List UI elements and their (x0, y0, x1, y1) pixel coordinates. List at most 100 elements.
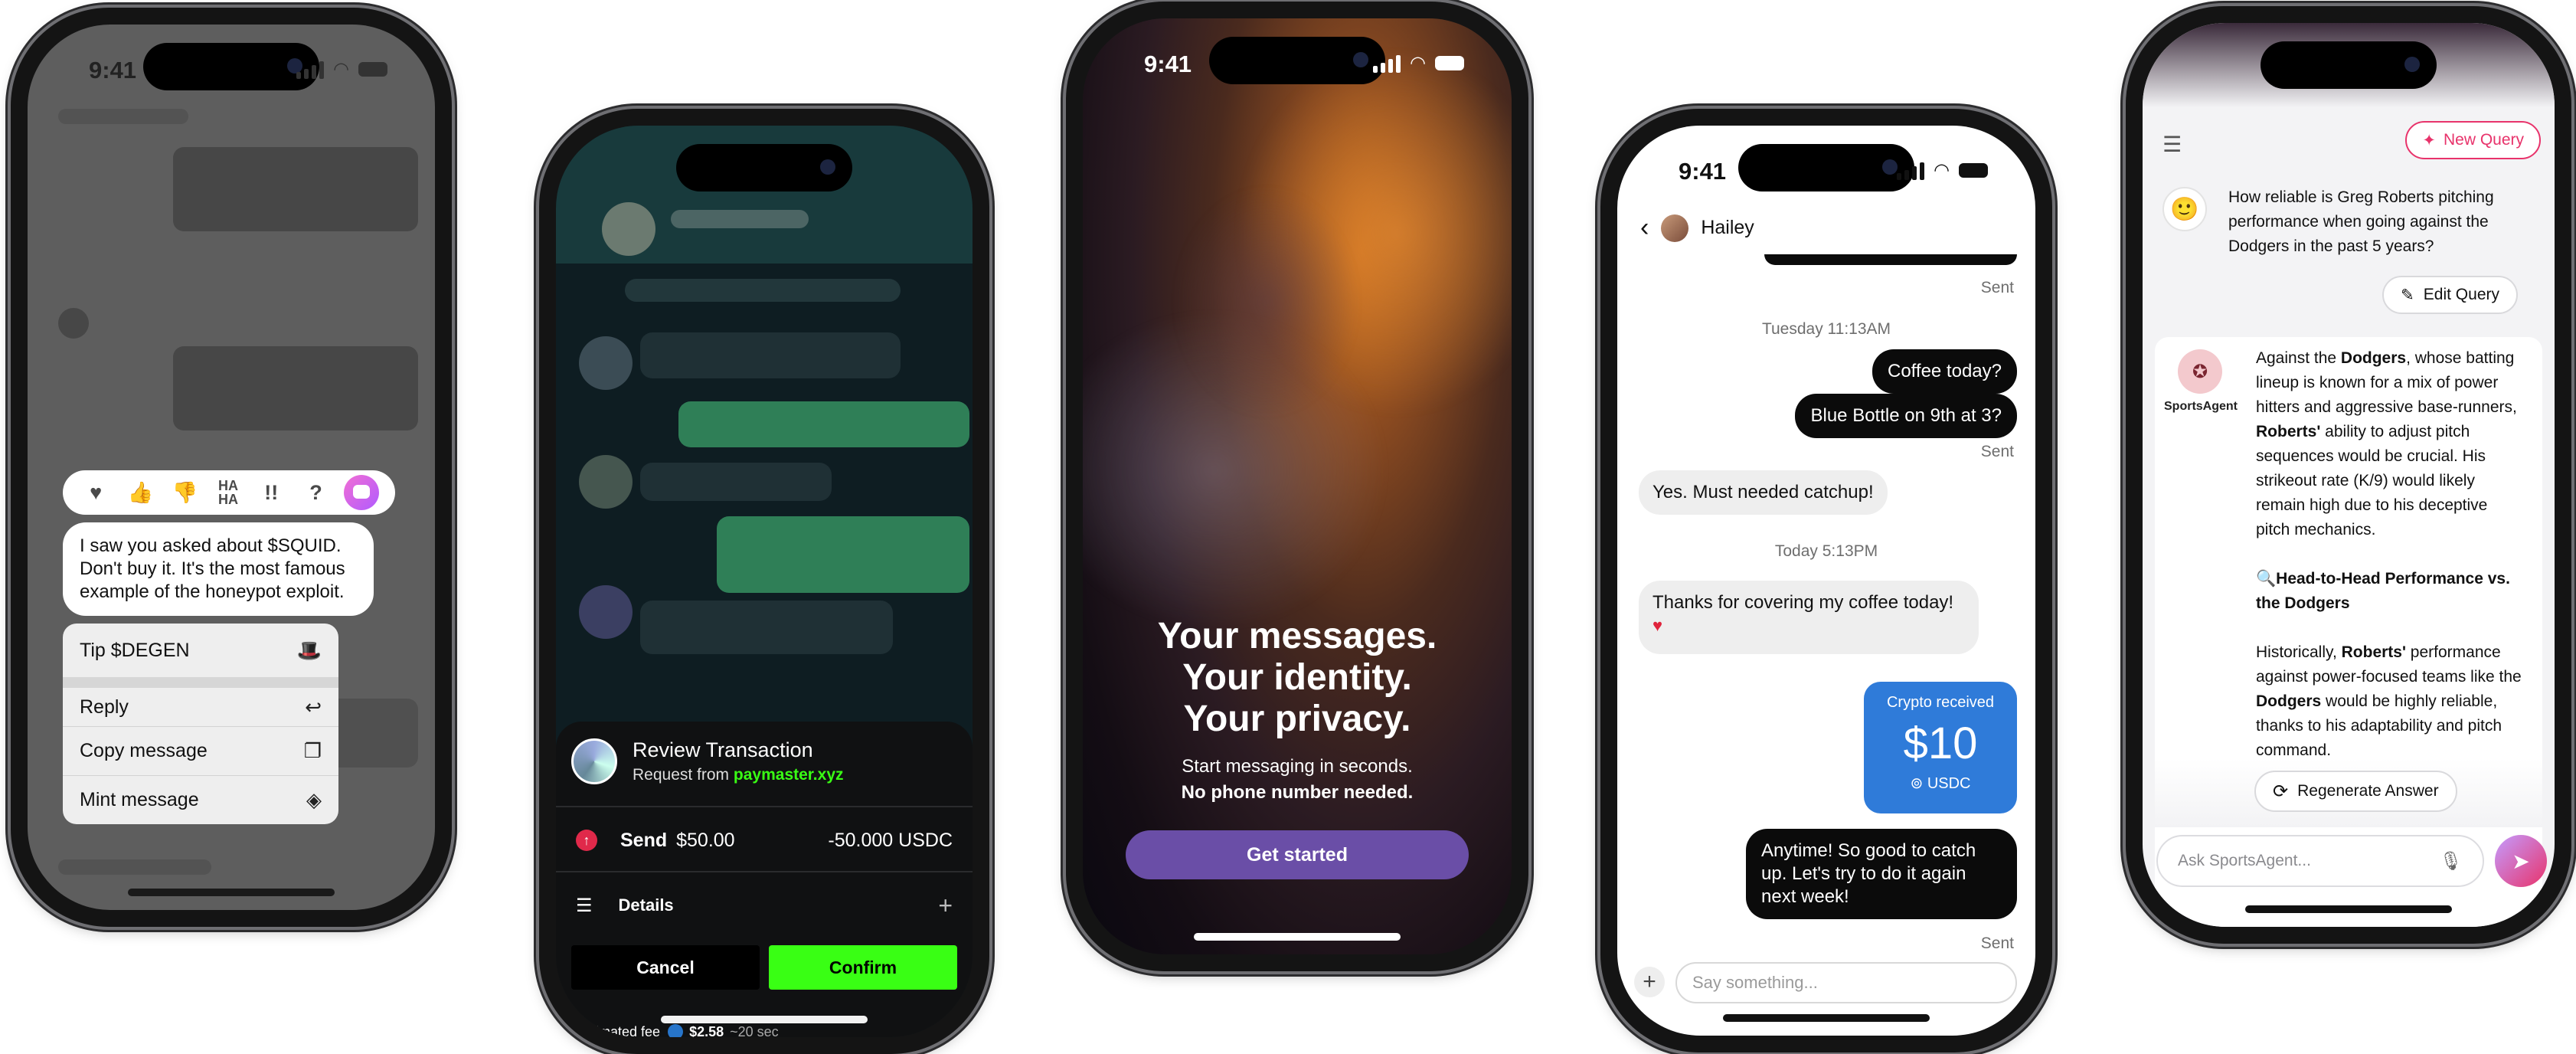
signal-icon (296, 61, 325, 79)
battery-icon (358, 62, 387, 77)
question-reaction-icon[interactable]: ? (299, 481, 333, 505)
menu-item-mint[interactable]: Mint message ◈ (63, 775, 338, 824)
status-time: 9:41 (1144, 51, 1192, 77)
ghost-line (58, 109, 188, 124)
menu-item-copy[interactable]: Copy message ❐ (63, 726, 338, 775)
dynamic-island (1209, 37, 1385, 84)
answer-heading-text: Head-to-Head Performance vs. the Dodgers (2256, 570, 2510, 612)
menu-item-tip[interactable]: Tip $DEGEN 🎩 (63, 624, 338, 677)
phone-3: 9:41 ◠ Your messages. Your identity. You… (1066, 2, 1528, 971)
new-query-button[interactable]: ✦ New Query (2405, 121, 2541, 159)
wifi-icon: ◠ (333, 59, 349, 80)
list-icon: ☰ (576, 895, 593, 916)
sliders-icon[interactable]: ⚙ (937, 1022, 953, 1037)
status-time: 9:41 (89, 57, 137, 83)
phone-2-screen: Review Transaction Request from paymaste… (556, 126, 973, 1037)
home-indicator[interactable] (1194, 933, 1401, 941)
phone-5: ☰ ✦ New Query 🙂 How reliable is Greg Rob… (2126, 6, 2571, 944)
request-line: Request from paymaster.xyz (633, 766, 844, 784)
crypto-currency: USDC (1927, 775, 1971, 792)
haha-reaction-icon[interactable]: HA HA (213, 479, 244, 506)
sent-label: Sent (1980, 279, 2014, 296)
add-attachment-button[interactable]: + (1634, 967, 1665, 997)
heart-reaction-icon[interactable]: ♥ (79, 481, 113, 505)
thumbs-up-reaction-icon[interactable]: 👍 (123, 480, 157, 505)
details-row[interactable]: ☰ Details + (556, 882, 973, 928)
chat-header: ‹ Hailey (1640, 213, 1754, 243)
answer-text: Dodgers (2256, 692, 2322, 710)
user-avatar: 🙂 (2162, 187, 2207, 231)
new-query-label: New Query (2443, 131, 2524, 149)
regenerate-answer-button[interactable]: ⟳ Regenerate Answer (2254, 771, 2457, 812)
menu-item-reply[interactable]: Reply ↩ (63, 677, 338, 726)
dynamic-island (676, 144, 852, 191)
menu-item-label: Copy message (80, 740, 208, 761)
crypto-currency-row: ⊚ USDC (1864, 774, 2017, 793)
crypto-card[interactable]: Crypto received $10 ⊚ USDC (1864, 682, 2017, 813)
microphone-icon[interactable]: 🎙 (2440, 850, 2463, 872)
send-row: ↑ Send $50.00 -50.000 USDC (556, 821, 973, 859)
subtitle: Start messaging in seconds. No phone num… (1083, 754, 1512, 806)
timestamp: Tuesday 11:13AM (1761, 320, 1891, 338)
exclamation-reaction-icon[interactable]: !! (254, 481, 288, 505)
home-indicator[interactable] (128, 889, 335, 896)
get-started-button[interactable]: Get started (1126, 830, 1469, 879)
home-indicator[interactable] (1723, 1014, 1930, 1022)
crypto-label: Crypto received (1886, 694, 1995, 711)
hero-line: Your privacy. (1183, 699, 1411, 739)
refresh-icon: ⟳ (2273, 781, 2289, 802)
confirm-button[interactable]: Confirm (769, 945, 957, 990)
edit-icon: ✎ (2401, 286, 2414, 304)
signal-icon (1897, 162, 1925, 180)
message-bubble: Yes. Must needed catchup! (1639, 470, 1888, 515)
message-bubble: Blue Bottle on 9th at 3? (1795, 394, 2017, 438)
home-indicator[interactable] (2245, 905, 2452, 913)
fee-label: Estimated fee (576, 1023, 661, 1038)
hero-text: Your messages. Your identity. Your priva… (1083, 616, 1512, 740)
message-bubble: Coffee today? (1872, 349, 2017, 394)
thumbs-down-reaction-icon[interactable]: 👎 (168, 480, 202, 505)
dynamic-island (143, 43, 319, 90)
phone-4: 9:41 ◠ ‹ Hailey Sent Tuesday 11:13AM Cof… (1600, 109, 2052, 1052)
reply-icon: ↩ (305, 695, 322, 718)
answer-body: Against the Dodgers, whose batting lineu… (2256, 346, 2524, 763)
divider (556, 871, 973, 872)
home-indicator[interactable] (661, 1016, 868, 1023)
coin-icon: ⊚ (1910, 775, 1924, 792)
wifi-icon: ◠ (1410, 53, 1426, 74)
blurred-bubble (640, 601, 893, 654)
request-domain[interactable]: paymaster.xyz (734, 766, 844, 784)
agent-name: SportsAgent (2164, 400, 2238, 413)
blurred-bubble (717, 516, 969, 593)
sidebar-menu-icon[interactable]: ☰ (2162, 132, 2182, 157)
menu-item-label: Reply (80, 696, 129, 718)
signal-icon (1373, 54, 1401, 73)
blurred-avatar (579, 336, 633, 390)
cancel-button[interactable]: Cancel (571, 945, 760, 990)
fee-time: ~20 sec (730, 1023, 779, 1038)
back-chevron-icon[interactable]: ‹ (1640, 213, 1649, 243)
avatar[interactable] (1661, 214, 1689, 242)
divider (556, 806, 973, 807)
magnifier-icon: 🔍 (2256, 570, 2277, 588)
message-input[interactable]: Say something... (1675, 962, 2017, 1003)
phone-1: 9:41 ◠ ♥ 👍 👎 HA HA !! ? I saw you asked … (11, 8, 452, 927)
phone-1-screen: 9:41 ◠ ♥ 👍 👎 HA HA !! ? I saw you asked … (28, 25, 435, 910)
copy-icon: ❐ (303, 739, 322, 762)
context-menu: Tip $DEGEN 🎩 Reply ↩ Copy message ❐ Mint… (63, 624, 338, 824)
agent-avatar-icon: ✪ (2178, 349, 2222, 394)
plus-icon[interactable]: + (938, 892, 953, 920)
ask-input[interactable]: Ask SportsAgent... 🎙 (2156, 835, 2484, 887)
hero-line: Your messages. (1157, 616, 1437, 656)
answer-paragraph: Historically, Roberts' performance again… (2256, 640, 2524, 763)
previous-message-bubble (1764, 254, 2017, 265)
answer-text: Historically, (2256, 643, 2342, 661)
usdc-coin-icon (668, 1024, 684, 1037)
ghost-line (58, 859, 211, 875)
send-button[interactable]: ➤ (2495, 835, 2547, 887)
battery-icon (1435, 56, 1464, 70)
contact-name[interactable]: Hailey (1701, 217, 1754, 239)
edit-query-button[interactable]: ✎ Edit Query (2382, 276, 2518, 314)
hat-icon: 🎩 (296, 638, 322, 662)
sticker-reaction-icon[interactable] (343, 475, 379, 510)
